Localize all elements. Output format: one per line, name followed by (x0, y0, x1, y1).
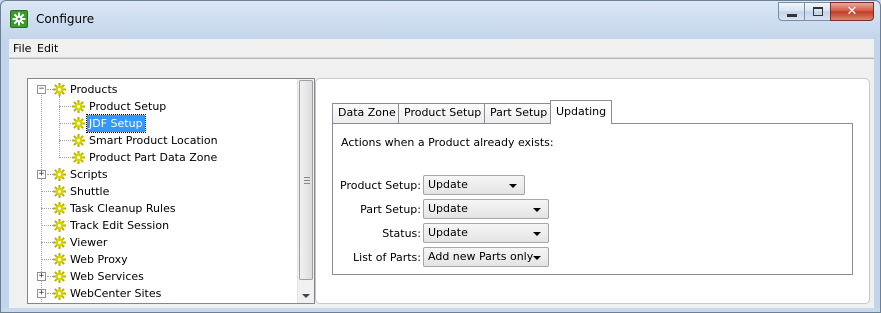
window-frame-bottom (1, 308, 880, 312)
tree-node-label: Smart Product Location (89, 134, 218, 147)
product-setup-label: Product Setup: (340, 179, 421, 192)
maximize-button[interactable] (804, 2, 831, 21)
tree-node-label: Products (70, 83, 118, 96)
grip-icon (304, 177, 310, 184)
tree-node-web-services[interactable]: + Web Services (28, 268, 298, 285)
select-value: Add new Parts only (428, 250, 534, 263)
settings-tree[interactable]: − Products Product Setup JDF Setup Smart… (27, 78, 315, 304)
tab-data-zone[interactable]: Data Zone (332, 103, 402, 123)
status-label: Status: (382, 227, 421, 240)
select-value: Update (428, 202, 468, 215)
menu-file[interactable]: File (13, 42, 31, 55)
tree-node-web-proxy[interactable]: Web Proxy (28, 251, 298, 268)
caption-buttons: ✕ (778, 2, 874, 21)
part-setup-select[interactable]: Update (423, 199, 549, 219)
window-title: Configure (36, 12, 95, 26)
tree-node-label: Viewer (70, 236, 108, 249)
gear-icon (72, 100, 85, 113)
tree-node-label: Product Part Data Zone (89, 151, 218, 164)
chevron-down-icon (533, 232, 541, 236)
expand-icon[interactable]: + (37, 272, 46, 281)
chevron-down-icon (533, 256, 541, 260)
gear-icon (53, 270, 66, 283)
chevron-down-icon (533, 208, 541, 212)
tab-part-setup[interactable]: Part Setup (484, 103, 554, 123)
client-area: − Products Product Setup JDF Setup Smart… (9, 58, 874, 310)
tree-node-scripts[interactable]: + Scripts (28, 166, 298, 183)
gear-icon (72, 117, 85, 130)
gear-icon (53, 236, 66, 249)
gear-icon (53, 219, 66, 232)
gear-icon (53, 185, 66, 198)
tree-node-label: Task Cleanup Rules (70, 202, 176, 215)
tree-node-jdf-setup[interactable]: JDF Setup (28, 114, 298, 133)
tree-node-shuttle[interactable]: Shuttle (28, 183, 298, 200)
tree-node-label: Shuttle (70, 185, 110, 198)
select-value: Update (428, 178, 468, 191)
settings-panel: Data Zone Product Setup Part Setup Updat… (315, 78, 870, 304)
gear-icon (53, 202, 66, 215)
tab-content-updating: Actions when a Product already exists: P… (332, 123, 853, 275)
tree-node-product-part-data-zone[interactable]: Product Part Data Zone (28, 149, 298, 166)
select-value: Update (428, 226, 468, 239)
list-of-parts-label: List of Parts: (353, 251, 421, 264)
tree-node-label: WebCenter Sites (70, 287, 162, 300)
maximize-icon (813, 7, 823, 16)
close-button[interactable]: ✕ (830, 2, 874, 21)
status-select[interactable]: Update (423, 223, 549, 243)
chevron-down-icon (509, 184, 517, 188)
tree-node-product-setup[interactable]: Product Setup (28, 98, 298, 115)
gear-icon (10, 10, 28, 28)
section-heading: Actions when a Product already exists: (341, 136, 554, 149)
tree-scrollbar[interactable] (297, 79, 314, 303)
tree-node-viewer[interactable]: Viewer (28, 234, 298, 251)
tree-node-products[interactable]: − Products (28, 81, 298, 98)
tree-node-label: Track Edit Session (70, 219, 170, 232)
title-bar[interactable]: Configure ✕ (1, 1, 880, 39)
minimize-icon (787, 14, 797, 17)
gear-icon (53, 253, 66, 266)
tree-node-label: Scripts (70, 168, 108, 181)
tree-node-label: Product Setup (89, 100, 167, 113)
tree-node-track-edit-session[interactable]: Track Edit Session (28, 217, 298, 234)
gear-icon (53, 287, 66, 300)
gear-icon (72, 134, 85, 147)
gear-icon (72, 151, 85, 164)
expand-icon[interactable]: + (37, 289, 46, 298)
part-setup-label: Part Setup: (360, 203, 421, 216)
minimize-button[interactable] (778, 2, 805, 21)
tab-product-setup[interactable]: Product Setup (398, 103, 488, 123)
tree-node-smart-product-location[interactable]: Smart Product Location (28, 132, 298, 149)
product-setup-select[interactable]: Update (423, 175, 525, 195)
configure-window: Configure ✕ File Edit − Products Product… (0, 0, 881, 313)
gear-icon (53, 168, 66, 181)
tree-node-label: Web Proxy (70, 253, 128, 266)
tree-node-label: Web Services (70, 270, 144, 283)
tree-node-task-cleanup-rules[interactable]: Task Cleanup Rules (28, 200, 298, 217)
menu-edit[interactable]: Edit (37, 42, 58, 55)
tab-updating[interactable]: Updating (550, 100, 613, 124)
gear-icon (53, 83, 66, 96)
menu-bar: File Edit (9, 39, 874, 58)
tree-node-webcenter-sites[interactable]: + WebCenter Sites (28, 285, 298, 302)
close-icon: ✕ (846, 4, 858, 19)
list-of-parts-select[interactable]: Add new Parts only (423, 247, 549, 267)
collapse-icon[interactable]: − (37, 85, 46, 94)
tree-node-label: JDF Setup (86, 114, 146, 133)
scrollbar-thumb[interactable] (299, 80, 313, 280)
expand-icon[interactable]: + (37, 170, 46, 179)
scroll-down-icon[interactable] (302, 294, 310, 298)
